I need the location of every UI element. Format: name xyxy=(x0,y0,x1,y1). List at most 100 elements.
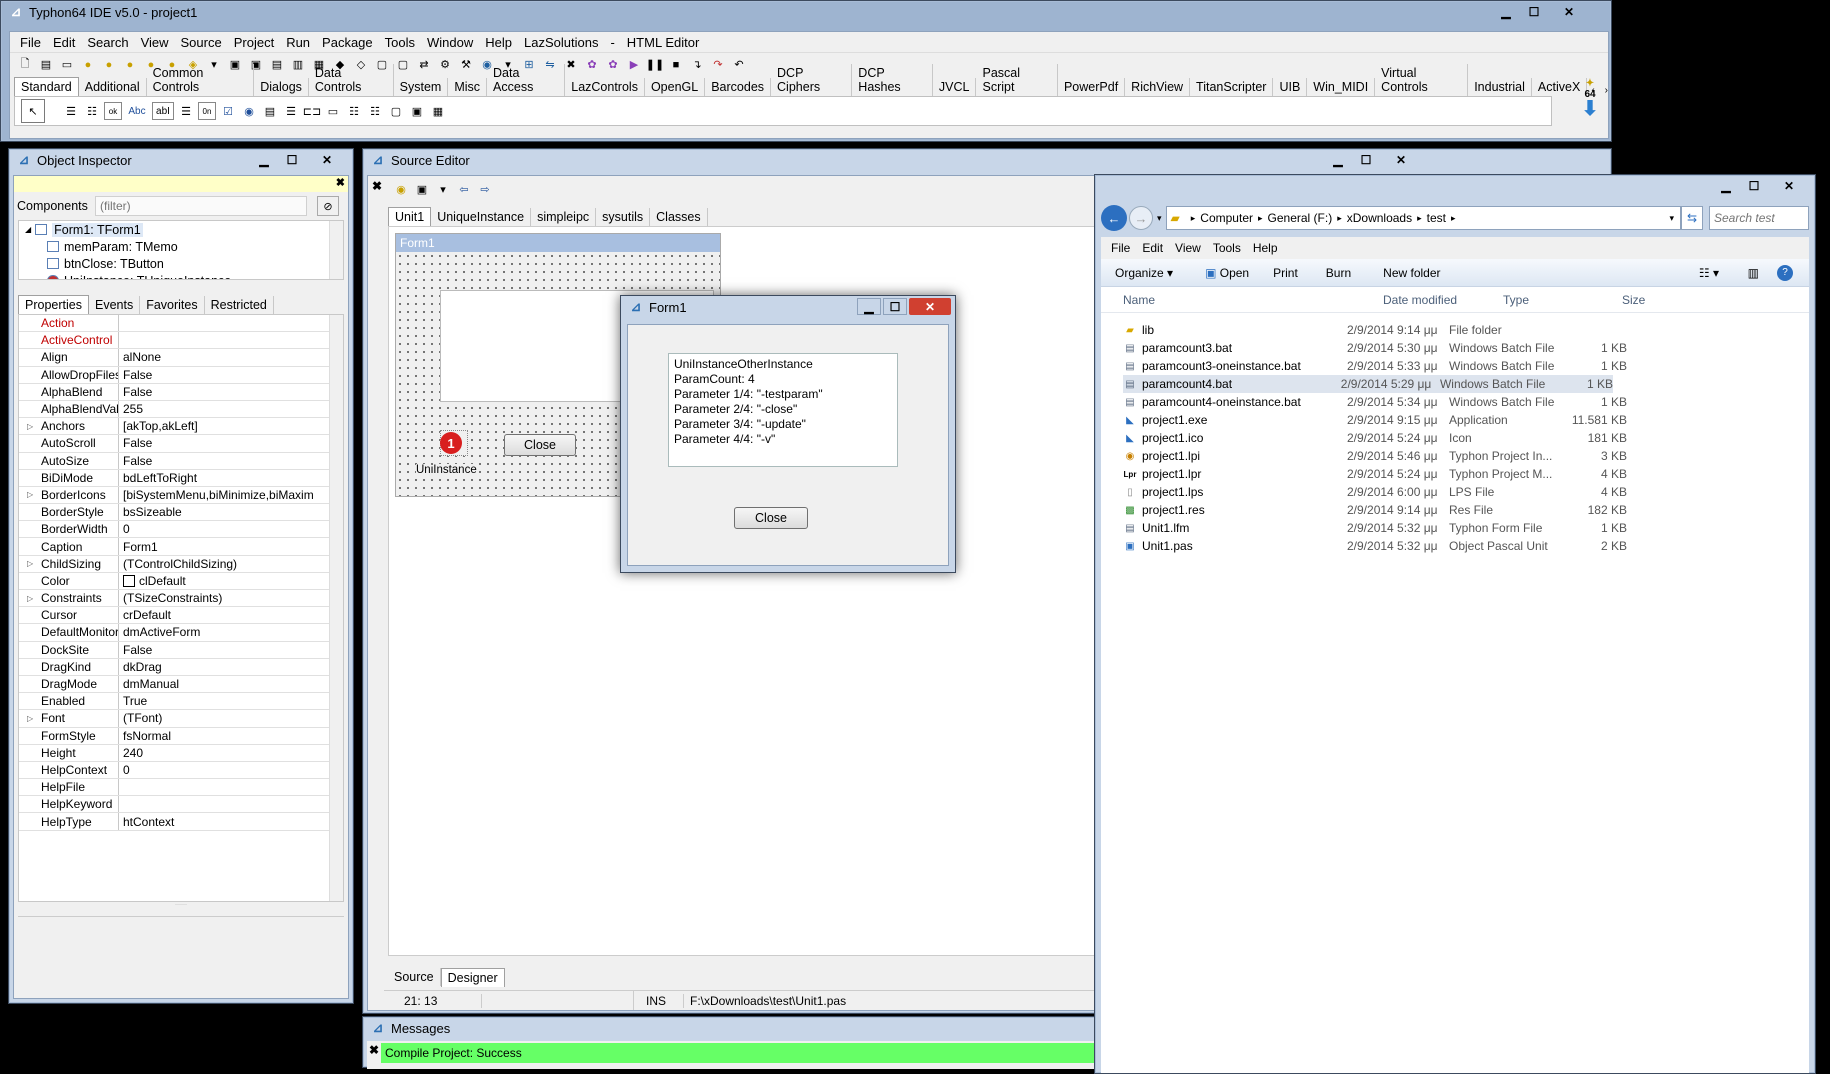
open-icon[interactable]: ● xyxy=(79,56,97,74)
close-icon[interactable]: ✕ xyxy=(1381,151,1421,168)
file-row[interactable]: ◉ project1.lpi 2/9/2014 5:46 μμ Typhon Proj… xyxy=(1123,447,1809,465)
col-name[interactable]: Name xyxy=(1123,293,1383,307)
palette-tab[interactable]: JVCL xyxy=(933,78,977,96)
property-value[interactable]: 240 xyxy=(119,746,343,760)
back-icon[interactable]: ⇦ xyxy=(455,180,473,198)
property-row[interactable]: AlphaBlendValue 255 xyxy=(19,400,343,419)
property-value[interactable]: alNone xyxy=(119,350,343,364)
inspector-tab[interactable]: Properties xyxy=(18,295,89,314)
compile-icon[interactable]: ⚒ xyxy=(457,56,475,74)
palette-tab[interactable]: Barcodes xyxy=(705,78,772,96)
property-row[interactable]: HelpKeyword xyxy=(19,796,343,814)
file-row[interactable]: ▰ lib 2/9/2014 9:14 μμ File folder xyxy=(1123,321,1809,339)
minimize-icon[interactable]: ▁ xyxy=(251,151,277,168)
property-row[interactable]: AlphaBlend False xyxy=(19,383,343,401)
property-row[interactable]: DefaultMonitor dmActiveForm xyxy=(19,624,343,642)
inspector-tab[interactable]: Events xyxy=(89,296,141,314)
close-icon[interactable]: ✕ xyxy=(307,151,347,168)
label-icon[interactable]: Abc xyxy=(125,102,149,120)
file-row[interactable]: ▯ project1.lps 2/9/2014 6:00 μμ LPS File 4 K… xyxy=(1123,483,1809,501)
breadcrumb-item[interactable]: test xyxy=(1427,211,1446,225)
palette-tab[interactable]: Data Controls xyxy=(309,64,394,96)
menu-item[interactable]: File xyxy=(14,35,47,50)
property-row[interactable]: Action xyxy=(19,315,343,333)
property-row[interactable]: DragMode dmManual xyxy=(19,675,343,694)
breadcrumb-item[interactable]: xDownloads xyxy=(1347,211,1412,225)
new-folder-button[interactable]: New folder xyxy=(1383,266,1440,280)
maximize-icon[interactable]: ☐ xyxy=(1521,3,1547,20)
property-value[interactable]: [biSystemMenu,biMinimize,biMaxim xyxy=(119,488,343,502)
property-value[interactable]: False xyxy=(119,368,343,382)
debug2-icon[interactable]: ✿ xyxy=(604,56,622,74)
menu-item[interactable]: Tools xyxy=(379,35,421,50)
breadcrumb-item[interactable]: General (F:) xyxy=(1268,211,1333,225)
editor-tab[interactable]: Classes xyxy=(650,208,708,226)
expand-icon[interactable]: ▷ xyxy=(27,490,33,499)
scroll-right-icon[interactable]: › xyxy=(1605,85,1608,96)
history-dropdown-icon[interactable]: ▾ xyxy=(1157,213,1162,224)
palette-tab[interactable]: Virtual Controls xyxy=(1375,64,1469,96)
breadcrumb-sep-icon[interactable]: ▸ xyxy=(1191,213,1196,224)
property-row[interactable]: Caption Form1 xyxy=(19,538,343,556)
close-file-icon[interactable]: ▤ xyxy=(268,56,286,74)
palette-tab[interactable]: OpenGL xyxy=(645,78,706,96)
property-row[interactable]: ActiveControl xyxy=(19,332,343,350)
property-row[interactable]: HelpContext 0 xyxy=(19,761,343,780)
palette-tab[interactable]: DCP Ciphers xyxy=(771,64,853,96)
minimize-icon[interactable]: ▁ xyxy=(1493,3,1519,20)
listbox-icon[interactable]: ▤ xyxy=(261,102,279,120)
menu-item[interactable]: Window xyxy=(421,35,479,50)
tree-item[interactable]: btnClose: TButton xyxy=(19,255,343,272)
property-value[interactable]: fsNormal xyxy=(119,729,343,743)
file-row[interactable]: ▤ paramcount4-oneinstance.bat 2/9/2014 5:3… xyxy=(1123,393,1809,411)
explorer-menu-item[interactable]: Tools xyxy=(1207,241,1247,255)
property-value[interactable]: (TControlChildSizing) xyxy=(119,557,343,571)
editor-options-icon[interactable]: ▣ xyxy=(413,180,431,198)
scrollbar-icon[interactable]: ⊏⊐ xyxy=(303,102,321,120)
view-options-icon[interactable]: ☷ ▾ xyxy=(1699,266,1719,280)
download-arrow-icon[interactable]: ⬇ xyxy=(1578,99,1602,119)
run-icon[interactable]: ▶ xyxy=(625,56,643,74)
editor-tab[interactable]: sysutils xyxy=(596,208,651,226)
stop-icon[interactable]: ■ xyxy=(667,56,685,74)
col-size[interactable]: Size xyxy=(1622,293,1645,307)
burn-button[interactable]: Burn xyxy=(1326,266,1351,280)
expand-icon[interactable]: ▷ xyxy=(27,594,33,603)
editor-tab[interactable]: Unit1 xyxy=(388,207,432,226)
property-value[interactable]: False xyxy=(119,643,343,657)
property-scrollbar[interactable] xyxy=(329,315,343,901)
menu-item[interactable]: Source xyxy=(175,35,228,50)
inspector-tab[interactable]: Restricted xyxy=(205,296,274,314)
menu-item[interactable]: Help xyxy=(479,35,518,50)
menu-item[interactable]: View xyxy=(135,35,175,50)
property-row[interactable]: ▷ Font (TFont) xyxy=(19,710,343,728)
property-row[interactable]: FormStyle fsNormal xyxy=(19,727,343,745)
checkbox-icon[interactable]: ☑ xyxy=(219,102,237,120)
file-row[interactable]: ▩ project1.res 2/9/2014 9:14 μμ Res File 182… xyxy=(1123,501,1809,519)
property-value[interactable]: [akTop,akLeft] xyxy=(119,419,343,433)
breadcrumb-sep-icon[interactable]: ▸ xyxy=(1417,213,1422,224)
property-value[interactable]: dkDrag xyxy=(119,660,343,674)
build-icon[interactable]: ⚙ xyxy=(436,56,454,74)
file-row[interactable]: ◣ project1.exe 2/9/2014 9:15 μμ Application… xyxy=(1123,411,1809,429)
property-row[interactable]: HelpFile xyxy=(19,779,343,797)
palette-tab[interactable]: Win_MIDI xyxy=(1307,78,1376,96)
toggle-icon[interactable]: ▥ xyxy=(289,56,307,74)
address-dropdown-icon[interactable]: ▾ xyxy=(1669,213,1674,224)
debug-icon[interactable]: ✿ xyxy=(583,56,601,74)
menu-item[interactable]: LazSolutions xyxy=(518,35,604,50)
property-value[interactable]: False xyxy=(119,436,343,450)
popupmenu-icon[interactable]: ☷ xyxy=(83,102,101,120)
menu-item[interactable]: - xyxy=(604,35,620,50)
property-row[interactable]: ▷ Anchors [akTop,akLeft] xyxy=(19,418,343,436)
palette-tab[interactable]: LazControls xyxy=(565,78,645,96)
togglebox-icon[interactable]: 0n xyxy=(198,102,216,120)
tree-item[interactable]: ◢ Form1: TForm1 xyxy=(19,221,343,238)
property-value[interactable]: Form1 xyxy=(119,540,343,554)
property-row[interactable]: Enabled True xyxy=(19,693,343,711)
open-button[interactable]: ▣ Open xyxy=(1205,266,1249,280)
file-row[interactable]: ◣ project1.ico 2/9/2014 5:24 μμ Icon 181 KB xyxy=(1123,429,1809,447)
property-row[interactable]: ▷ ChildSizing (TControlChildSizing) xyxy=(19,555,343,573)
file-row[interactable]: ▤ paramcount3.bat 2/9/2014 5:30 μμ Windows … xyxy=(1123,339,1809,357)
inspector-splitter[interactable]: ······ xyxy=(14,902,348,908)
